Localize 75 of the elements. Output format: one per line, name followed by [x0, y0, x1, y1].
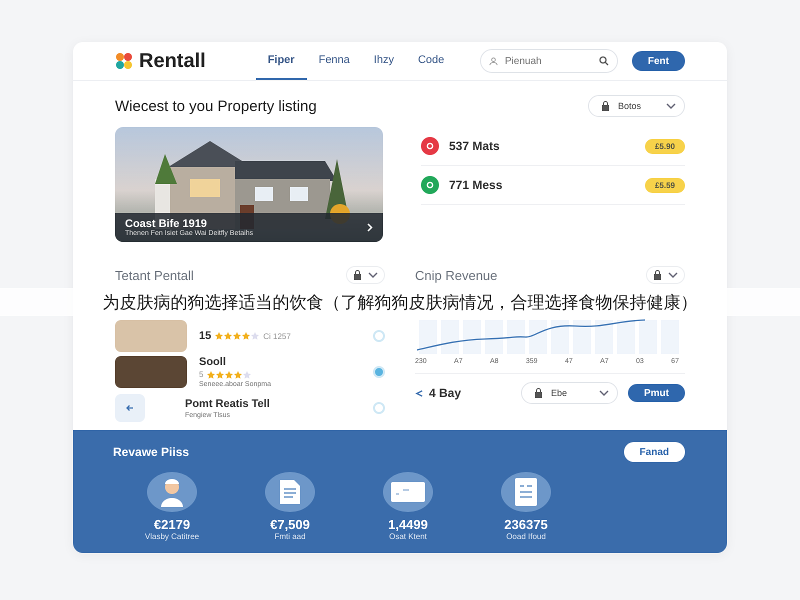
chart-column-background — [639, 320, 657, 354]
summary-value: 1,4499 — [388, 517, 428, 532]
tenant-name: Pomt Reatis Tell — [185, 398, 271, 410]
app-logo: Rentall — [139, 50, 206, 72]
chart-column-background — [485, 320, 503, 354]
summary-value: 236375 — [504, 517, 548, 532]
document-icon — [279, 479, 301, 505]
tenant-count: 15 — [199, 330, 212, 342]
nav-tab[interactable]: Ihzy — [362, 42, 406, 80]
back-arrow-icon — [125, 403, 135, 413]
summary-label: Vlasby Catitree — [144, 532, 200, 541]
ring-icon — [426, 142, 434, 150]
report-icon — [515, 478, 537, 506]
tenant-meta: Ci 1257 — [263, 332, 291, 340]
chart-column-background — [551, 320, 569, 354]
room-photo — [115, 356, 187, 388]
lock-icon — [353, 270, 362, 280]
summary-title: Revawe Piiss — [113, 445, 190, 459]
chart-column-background — [419, 320, 437, 354]
chart-column-background — [441, 320, 459, 354]
filter-dropdown[interactable]: Botos — [588, 95, 685, 117]
person-icon — [488, 56, 498, 66]
revenue-button[interactable]: Pmut — [628, 384, 685, 402]
chevron-down-icon — [368, 272, 378, 278]
chart-column-background — [595, 320, 613, 354]
period-label: 4 Bay — [429, 386, 462, 400]
price-badge: £5.59 — [644, 178, 685, 192]
summary-button[interactable]: Fanad — [624, 442, 685, 462]
summary-label: Ooad Ifoud — [506, 532, 546, 541]
header-button[interactable]: Fent — [632, 51, 685, 71]
panel-menu[interactable] — [646, 266, 685, 284]
lock-icon — [601, 101, 610, 111]
nav-tab[interactable]: Fiper — [256, 42, 307, 80]
chart-column-background — [573, 320, 591, 354]
nav-tab[interactable]: Code — [406, 42, 456, 80]
stat-label: 771 Mess — [449, 178, 504, 192]
select-radio[interactable] — [373, 366, 385, 378]
summary-label: Osat Ktent — [389, 532, 427, 541]
chevron-left-icon — [415, 388, 424, 398]
photo-placeholder — [115, 320, 187, 352]
page-title: Wiecest to you Property listing — [115, 98, 317, 114]
chevron-down-icon — [668, 272, 678, 278]
panel-title: Tetant Pentall — [115, 268, 194, 282]
rating-value: 5 — [199, 370, 204, 379]
person-icon — [159, 477, 185, 507]
summary-value: €7,509 — [270, 517, 310, 532]
caption-text: 为皮肤病的狗选择适当的饮食（了解狗狗皮肤病情况，合理选择食物保持健康） — [102, 292, 698, 314]
ring-icon — [426, 181, 434, 189]
chevron-down-icon — [666, 103, 676, 109]
select-radio[interactable] — [373, 402, 385, 414]
search-input[interactable]: Pienuah — [480, 49, 618, 73]
panel-menu[interactable] — [346, 266, 385, 284]
tenant-row[interactable]: 15 Ci 1257 — [115, 318, 385, 354]
summary-label: Fmti aad — [274, 532, 306, 541]
chart-column-background — [507, 320, 525, 354]
period-dropdown[interactable]: Ebe — [521, 382, 618, 404]
lock-icon — [534, 388, 543, 398]
logo-icon — [115, 52, 133, 70]
chart-column-background — [617, 320, 635, 354]
tenant-name: Sooll — [199, 356, 227, 368]
stat-label: 537 Mats — [449, 139, 501, 153]
listing-title: Coast Bife 1919 — [125, 218, 208, 230]
chevron-down-icon — [599, 390, 609, 396]
lock-icon — [653, 270, 662, 280]
chart-column-background — [463, 320, 481, 354]
search-field[interactable]: Pienuah — [502, 54, 594, 68]
chart-column-background — [529, 320, 547, 354]
chevron-right-icon — [367, 223, 373, 232]
select-radio[interactable] — [373, 330, 385, 342]
search-icon — [598, 56, 609, 66]
summary-value: €2179 — [154, 517, 190, 532]
card-icon — [391, 482, 425, 502]
price-badge: £5.90 — [644, 138, 685, 154]
panel-title: Cnip Revenue — [415, 268, 498, 282]
nav-tab[interactable]: Fenna — [306, 42, 362, 80]
